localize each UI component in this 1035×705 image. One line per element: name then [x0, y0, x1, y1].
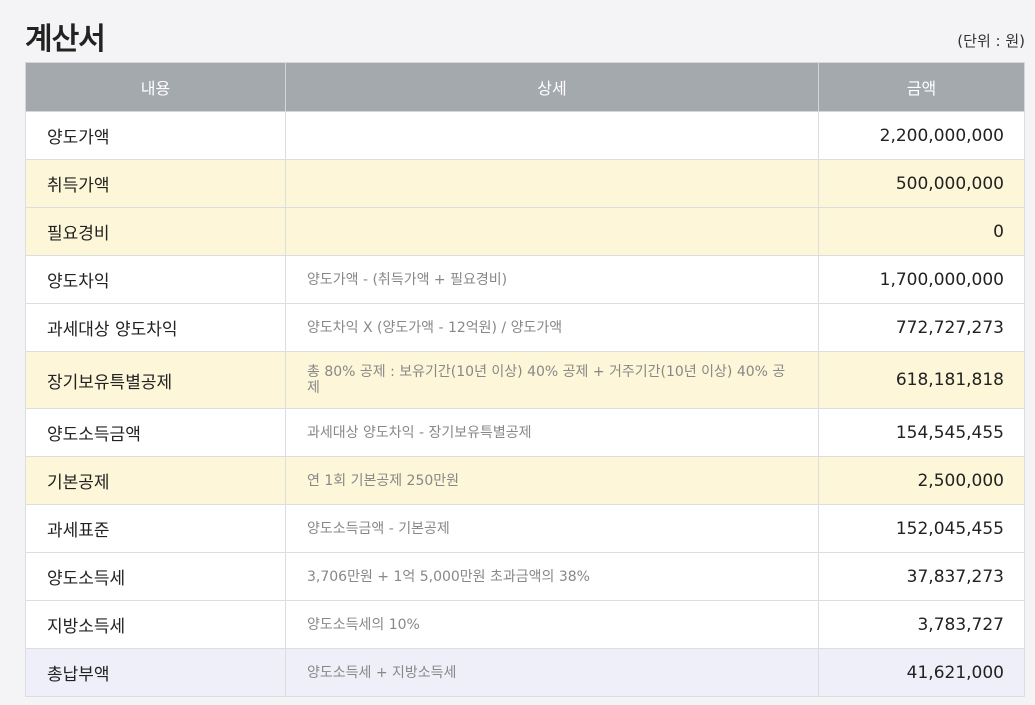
- header: 계산서 (단위 : 원): [25, 0, 1025, 62]
- row-amount: 0: [818, 207, 1025, 256]
- row-detail: 총 80% 공제 : 보유기간(10년 이상) 40% 공제 + 거주기간(10…: [285, 351, 819, 409]
- unit-label: (단위 : 원): [957, 32, 1025, 50]
- row-label: 지방소득세: [25, 600, 286, 649]
- row-label: 과세대상 양도차익: [25, 303, 286, 352]
- table-row: 취득가액 500,000,000: [25, 159, 1025, 208]
- row-detail: [285, 207, 819, 256]
- table-row: 장기보유특별공제 총 80% 공제 : 보유기간(10년 이상) 40% 공제 …: [25, 351, 1025, 409]
- row-label: 장기보유특별공제: [25, 351, 286, 409]
- page-title: 계산서: [25, 22, 106, 57]
- row-amount: 154,545,455: [818, 408, 1025, 457]
- row-amount: 152,045,455: [818, 504, 1025, 553]
- calculation-table: 내용 상세 금액 양도가액 2,200,000,000 취득가액 500,000…: [25, 62, 1025, 697]
- row-detail: 양도소득세의 10%: [285, 600, 819, 649]
- table-row: 과세표준 양도소득금액 - 기본공제 152,045,455: [25, 504, 1025, 553]
- row-amount: 772,727,273: [818, 303, 1025, 352]
- row-label: 기본공제: [25, 456, 286, 505]
- row-detail: 양도소득금액 - 기본공제: [285, 504, 819, 553]
- row-label: 양도소득금액: [25, 408, 286, 457]
- table-row: 기본공제 연 1회 기본공제 250만원 2,500,000: [25, 456, 1025, 505]
- table-header-row: 내용 상세 금액: [25, 62, 1025, 112]
- row-amount: 3,783,727: [818, 600, 1025, 649]
- row-amount: 2,200,000,000: [818, 111, 1025, 160]
- row-detail: 연 1회 기본공제 250만원: [285, 456, 819, 505]
- row-amount: 618,181,818: [818, 351, 1025, 409]
- total-row: 총납부액 양도소득세 + 지방소득세 41,621,000: [25, 648, 1025, 697]
- row-amount: 1,700,000,000: [818, 255, 1025, 304]
- total-detail: 양도소득세 + 지방소득세: [285, 648, 819, 697]
- table-row: 양도차익 양도가액 - (취득가액 + 필요경비) 1,700,000,000: [25, 255, 1025, 304]
- row-detail: 3,706만원 + 1억 5,000만원 초과금액의 38%: [285, 552, 819, 601]
- row-detail: 양도가액 - (취득가액 + 필요경비): [285, 255, 819, 304]
- table-row: 양도소득금액 과세대상 양도차익 - 장기보유특별공제 154,545,455: [25, 408, 1025, 457]
- calculation-page: 계산서 (단위 : 원) 내용 상세 금액 양도가액 2,200,000,000…: [0, 0, 1035, 705]
- row-label: 양도소득세: [25, 552, 286, 601]
- table-row: 과세대상 양도차익 양도차익 X (양도가액 - 12억원) / 양도가액 77…: [25, 303, 1025, 352]
- table-row: 양도소득세 3,706만원 + 1억 5,000만원 초과금액의 38% 37,…: [25, 552, 1025, 601]
- row-detail: [285, 159, 819, 208]
- row-detail: 양도차익 X (양도가액 - 12억원) / 양도가액: [285, 303, 819, 352]
- row-label: 과세표준: [25, 504, 286, 553]
- row-amount: 500,000,000: [818, 159, 1025, 208]
- total-label: 총납부액: [25, 648, 286, 697]
- column-header-content: 내용: [25, 62, 286, 112]
- table-row: 필요경비 0: [25, 207, 1025, 256]
- table-row: 양도가액 2,200,000,000: [25, 111, 1025, 160]
- row-amount: 37,837,273: [818, 552, 1025, 601]
- row-detail: [285, 111, 819, 160]
- row-amount: 2,500,000: [818, 456, 1025, 505]
- table-row: 지방소득세 양도소득세의 10% 3,783,727: [25, 600, 1025, 649]
- row-label: 양도가액: [25, 111, 286, 160]
- column-header-amount: 금액: [818, 62, 1025, 112]
- row-label: 양도차익: [25, 255, 286, 304]
- row-detail: 과세대상 양도차익 - 장기보유특별공제: [285, 408, 819, 457]
- row-label: 취득가액: [25, 159, 286, 208]
- row-label: 필요경비: [25, 207, 286, 256]
- column-header-detail: 상세: [285, 62, 819, 112]
- total-amount: 41,621,000: [818, 648, 1025, 697]
